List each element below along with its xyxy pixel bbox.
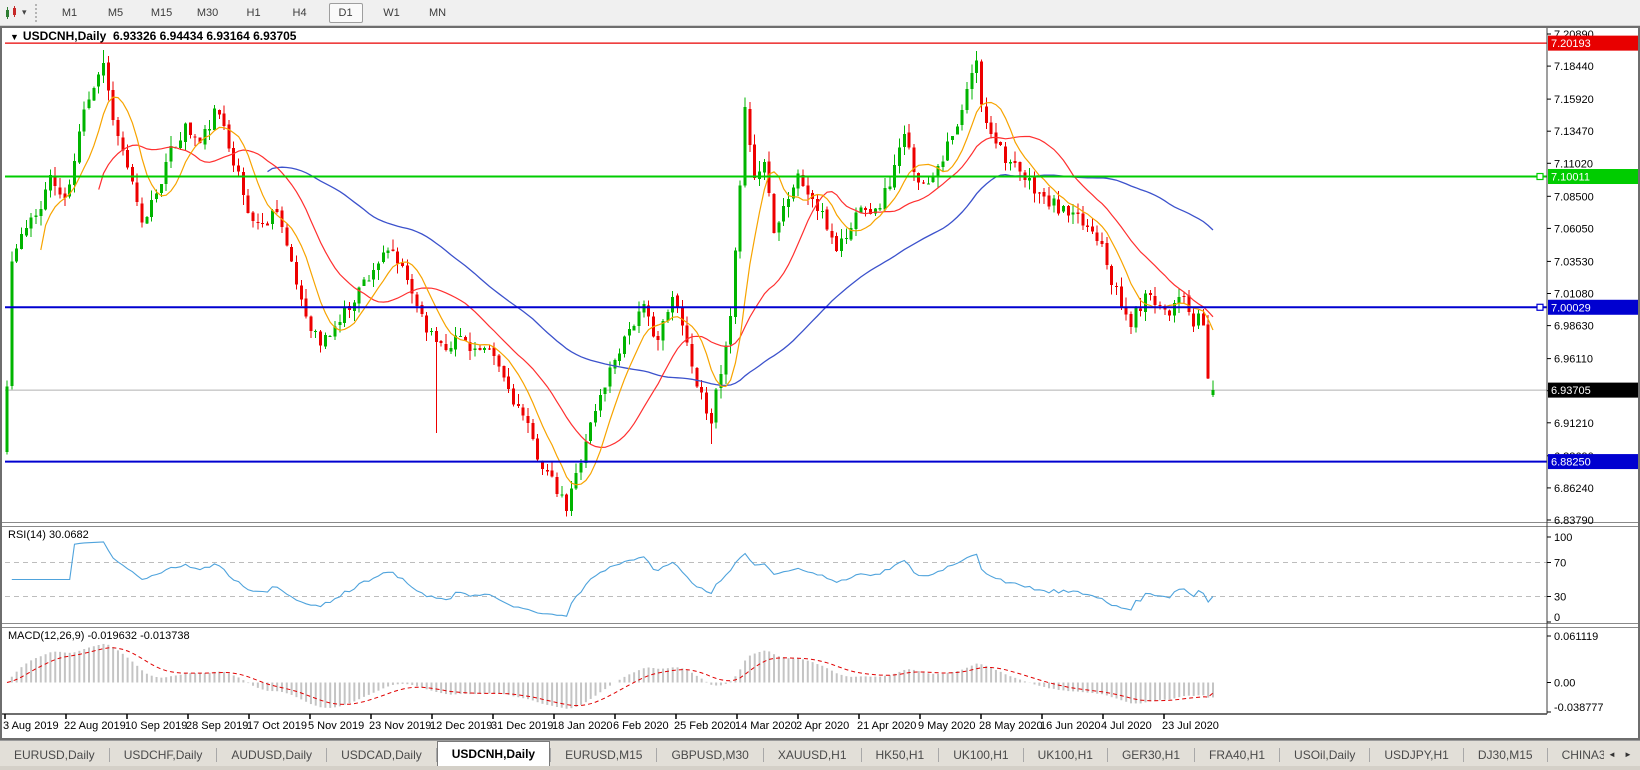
timeframe-button-w1[interactable]: W1 xyxy=(375,3,409,23)
chart-tab-xauusd-h1[interactable]: XAUUSD,H1 xyxy=(764,743,861,766)
chart-tab-usdcad-daily[interactable]: USDCAD,Daily xyxy=(327,743,436,766)
svg-text:23 Nov 2019: 23 Nov 2019 xyxy=(369,720,431,732)
timeframe-button-m1[interactable]: M1 xyxy=(53,3,87,23)
svg-text:-0.038777: -0.038777 xyxy=(1554,702,1604,714)
chart-tab-ger30-h1[interactable]: GER30,H1 xyxy=(1108,743,1194,766)
chart-tab-usdcnh-daily[interactable]: USDCNH,Daily xyxy=(437,741,550,766)
svg-text:7.03530: 7.03530 xyxy=(1554,256,1594,268)
timeframe-button-m30[interactable]: M30 xyxy=(191,3,225,23)
timeframe-group: M1 M5 M15 M30 H1 H4 D1 W1 MN xyxy=(47,3,461,23)
svg-text:0.00: 0.00 xyxy=(1554,677,1575,689)
tab-strip: EURUSD,DailyUSDCHF,DailyAUDUSD,DailyUSDC… xyxy=(0,741,1604,766)
svg-text:70: 70 xyxy=(1554,558,1566,570)
svg-text:3 Aug 2019: 3 Aug 2019 xyxy=(3,720,59,732)
svg-text:7.01080: 7.01080 xyxy=(1554,289,1594,301)
chart-tab-usoil-daily[interactable]: USOil,Daily xyxy=(1280,743,1369,766)
chart-title: ▼ USDCNH,Daily 6.93326 6.94434 6.93164 6.… xyxy=(10,29,296,43)
chart-tab-gbpusd-m30[interactable]: GBPUSD,M30 xyxy=(657,743,762,766)
timeframe-button-m15[interactable]: M15 xyxy=(145,3,179,23)
timeframe-button-h4[interactable]: H4 xyxy=(283,3,317,23)
chart-tab-usdchf-daily[interactable]: USDCHF,Daily xyxy=(110,743,217,766)
tab-scroll-buttons: ◄ ► xyxy=(1604,743,1640,766)
svg-text:6.91210: 6.91210 xyxy=(1554,418,1594,430)
svg-text:14 Mar 2020: 14 Mar 2020 xyxy=(735,720,797,732)
svg-text:7.18440: 7.18440 xyxy=(1554,61,1594,73)
svg-text:25 Feb 2020: 25 Feb 2020 xyxy=(674,720,736,732)
svg-text:6.86240: 6.86240 xyxy=(1554,483,1594,495)
macd-indicator-label: MACD(12,26,9) -0.019632 -0.013738 xyxy=(8,630,190,642)
svg-text:9 May 2020: 9 May 2020 xyxy=(918,720,975,732)
svg-text:12 Dec 2019: 12 Dec 2019 xyxy=(430,720,492,732)
chart-tab-dj30-m15[interactable]: DJ30,M15 xyxy=(1464,743,1547,766)
rsi-indicator-label: RSI(14) 30.0682 xyxy=(8,529,89,541)
period-toolbar: ▾ M1 M5 M15 M30 H1 H4 D1 W1 MN xyxy=(0,0,1640,26)
svg-text:7.15920: 7.15920 xyxy=(1554,94,1594,106)
svg-text:6.83790: 6.83790 xyxy=(1554,515,1594,527)
chart-tab-audusd-daily[interactable]: AUDUSD,Daily xyxy=(217,743,326,766)
svg-text:0.061119: 0.061119 xyxy=(1554,631,1598,643)
svg-text:6.88250: 6.88250 xyxy=(1551,457,1591,469)
svg-text:6.98630: 6.98630 xyxy=(1554,321,1594,333)
svg-text:7.00029: 7.00029 xyxy=(1551,302,1591,314)
svg-text:30: 30 xyxy=(1554,592,1566,604)
svg-text:17 Oct 2019: 17 Oct 2019 xyxy=(247,720,307,732)
svg-text:6 Feb 2020: 6 Feb 2020 xyxy=(613,720,669,732)
ohlc-values: 6.93326 6.94434 6.93164 6.93705 xyxy=(113,29,297,43)
timeframe-button-m5[interactable]: M5 xyxy=(99,3,133,23)
chart-tab-uk100-h1[interactable]: UK100,H1 xyxy=(1024,743,1107,766)
tab-scroll-right-icon[interactable]: ► xyxy=(1620,746,1636,764)
chart-tool-icon[interactable] xyxy=(2,4,22,22)
svg-text:100: 100 xyxy=(1554,532,1572,544)
svg-text:31 Dec 2019: 31 Dec 2019 xyxy=(491,720,553,732)
timeframe-button-h1[interactable]: H1 xyxy=(237,3,271,23)
terminal-root: ▾ M1 M5 M15 M30 H1 H4 D1 W1 MN ▼ USDCNH,Daily 6.9… xyxy=(0,0,1640,770)
svg-text:21 Apr 2020: 21 Apr 2020 xyxy=(857,720,916,732)
svg-text:6.93705: 6.93705 xyxy=(1551,385,1591,397)
collapse-arrow-icon[interactable]: ▼ xyxy=(10,32,19,42)
svg-text:0: 0 xyxy=(1554,612,1560,624)
tab-scroll-left-icon[interactable]: ◄ xyxy=(1604,746,1620,764)
svg-text:6.96110: 6.96110 xyxy=(1554,354,1593,366)
chart-canvas[interactable]: 7.208907.184407.159207.134707.110207.085… xyxy=(0,0,1640,770)
svg-text:18 Jan 2020: 18 Jan 2020 xyxy=(552,720,613,732)
svg-text:23 Jul 2020: 23 Jul 2020 xyxy=(1162,720,1219,732)
svg-text:7.08500: 7.08500 xyxy=(1554,191,1594,203)
svg-text:7.11020: 7.11020 xyxy=(1554,158,1593,170)
chart-tab-china300-h4[interactable]: CHINA300,H4 xyxy=(1548,743,1604,766)
timeframe-button-d1[interactable]: D1 xyxy=(329,3,363,23)
svg-text:7.06050: 7.06050 xyxy=(1554,223,1594,235)
svg-text:5 Nov 2019: 5 Nov 2019 xyxy=(308,720,364,732)
svg-text:28 May 2020: 28 May 2020 xyxy=(979,720,1043,732)
svg-text:4 Jul 2020: 4 Jul 2020 xyxy=(1101,720,1152,732)
svg-text:22 Aug 2019: 22 Aug 2019 xyxy=(64,720,126,732)
svg-text:10 Sep 2019: 10 Sep 2019 xyxy=(125,720,187,732)
svg-text:7.10011: 7.10011 xyxy=(1551,172,1590,184)
dropdown-caret-icon[interactable]: ▾ xyxy=(22,7,27,18)
chart-tab-usdjpy-h1[interactable]: USDJPY,H1 xyxy=(1370,743,1462,766)
chart-tab-eurusd-m15[interactable]: EURUSD,M15 xyxy=(551,743,656,766)
chart-tab-uk100-h1[interactable]: UK100,H1 xyxy=(939,743,1022,766)
timeframe-button-mn[interactable]: MN xyxy=(421,3,455,23)
svg-text:28 Sep 2019: 28 Sep 2019 xyxy=(186,720,248,732)
chart-tab-hk50-h1[interactable]: HK50,H1 xyxy=(862,743,939,766)
chart-tab-bar: EURUSD,DailyUSDCHF,DailyAUDUSD,DailyUSDC… xyxy=(0,740,1640,766)
symbol-title: USDCNH,Daily xyxy=(23,29,106,43)
chart-tab-fra40-h1[interactable]: FRA40,H1 xyxy=(1195,743,1279,766)
toolbar-grip[interactable] xyxy=(35,4,39,22)
svg-text:2 Apr 2020: 2 Apr 2020 xyxy=(796,720,849,732)
svg-text:16 Jun 2020: 16 Jun 2020 xyxy=(1040,720,1101,732)
svg-text:7.20193: 7.20193 xyxy=(1551,38,1591,50)
chart-tab-eurusd-daily[interactable]: EURUSD,Daily xyxy=(0,743,109,766)
svg-text:7.13470: 7.13470 xyxy=(1554,126,1594,138)
